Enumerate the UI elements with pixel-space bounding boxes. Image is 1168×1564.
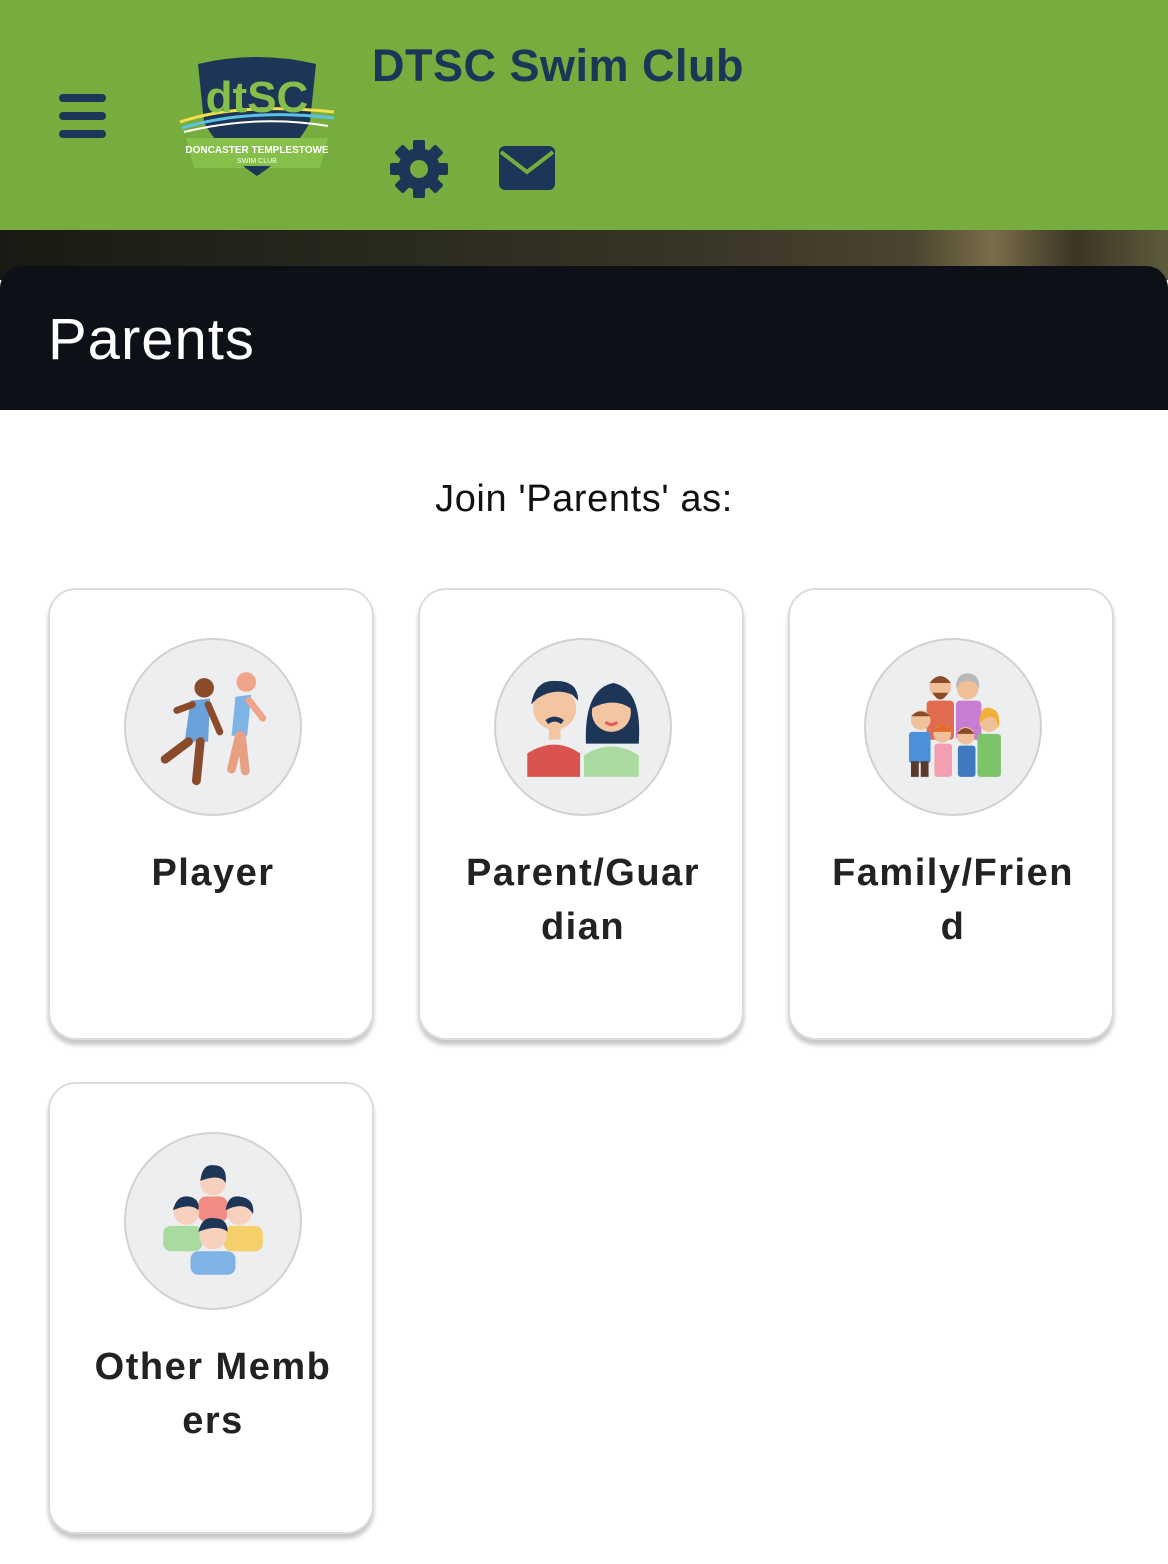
club-logo: dtSC DONCASTER TEMPLESTOWE SWIM CLUB (178, 52, 336, 180)
role-selection: Join 'Parents' as: Player Parent/Guardia… (0, 410, 1168, 1564)
svg-text:DONCASTER TEMPLESTOWE: DONCASTER TEMPLESTOWE (185, 145, 328, 156)
svg-text:SWIM CLUB: SWIM CLUB (237, 158, 277, 165)
role-card-family-friend[interactable]: Family/Friend (788, 588, 1114, 1040)
group-members-icon (124, 1132, 302, 1310)
role-card-player[interactable]: Player (48, 588, 374, 1040)
parents-icon (494, 638, 672, 816)
role-card-other-members[interactable]: Other Members (48, 1082, 374, 1534)
role-card-parent-guardian[interactable]: Parent/Guardian (418, 588, 744, 1040)
family-icon (864, 638, 1042, 816)
page-header: Parents (0, 266, 1168, 410)
club-name: DTSC Swim Club (372, 40, 745, 91)
logo-wordmark: dtSC (206, 73, 309, 122)
runners-icon (124, 638, 302, 816)
join-prompt: Join 'Parents' as: (435, 478, 733, 520)
role-label: Family/Friend (832, 852, 1074, 948)
role-label: Player (151, 852, 275, 894)
role-label: Other Members (94, 1346, 332, 1442)
page-title: Parents (48, 307, 255, 372)
app-header: dtSC DONCASTER TEMPLESTOWE SWIM CLUB DTS… (0, 0, 1168, 230)
envelope-icon[interactable] (497, 142, 557, 194)
gear-icon[interactable] (388, 138, 450, 200)
hamburger-menu-icon[interactable] (56, 92, 110, 140)
role-label: Parent/Guardian (465, 852, 701, 948)
